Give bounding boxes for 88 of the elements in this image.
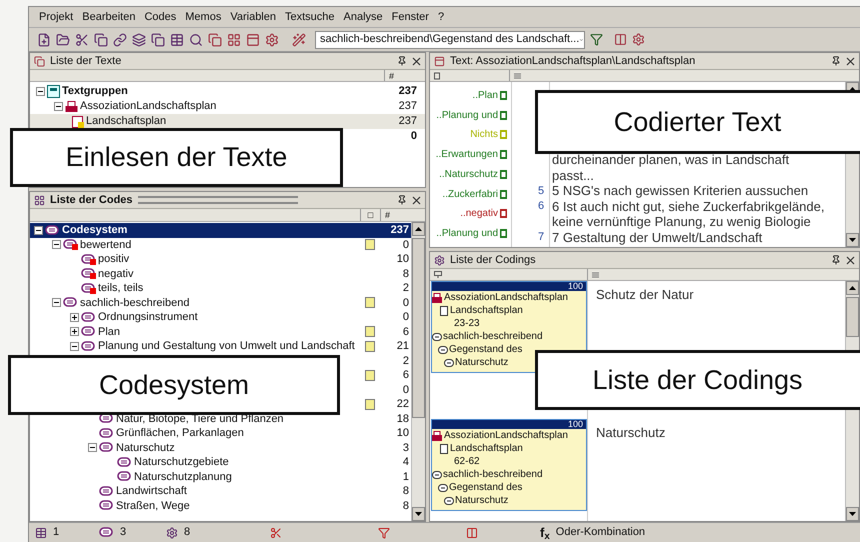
code-name: sachlich-beschreibend bbox=[443, 468, 543, 482]
code-mark-label: ..Planung und bbox=[436, 226, 498, 241]
count: 0 bbox=[402, 238, 410, 252]
count: 6 bbox=[402, 368, 410, 383]
count: 3 bbox=[402, 440, 410, 456]
code-name: Grünflächen, Parkanlagen bbox=[116, 426, 244, 441]
formula-icon: f$_{x}$ bbox=[540, 522, 550, 542]
text-group-name: AssoziationLandschaftsplan bbox=[444, 291, 568, 305]
panel-title: Text: AssoziationLandschaftsplan\Landschaftsplan bbox=[450, 54, 696, 69]
panel-title: Liste der Codes bbox=[50, 192, 133, 208]
count: 10 bbox=[396, 426, 410, 441]
status-count: 8 bbox=[184, 525, 192, 540]
code-name: sachlich-beschreibend bbox=[443, 330, 543, 344]
text-name: Landschaftsplan bbox=[450, 304, 523, 318]
coding-weight: 100 bbox=[568, 420, 583, 429]
text-line: keine vernünftige Planung, zu wenig Biologie bbox=[552, 214, 811, 231]
status-text: Oder-Kombination bbox=[556, 525, 646, 540]
code-mark-label: ..Naturschutz bbox=[439, 168, 498, 182]
text-name: Landschaftsplan bbox=[450, 442, 523, 456]
text-line: passt... bbox=[552, 166, 594, 185]
text-line: 7 Gestaltung der Umwelt/Landschaft bbox=[552, 229, 762, 247]
code-name: Naturschutz bbox=[455, 356, 508, 370]
code-name: teils, teils bbox=[98, 281, 144, 296]
code-name: Ordnungsinstrument bbox=[98, 310, 198, 325]
segment-text: Naturschutz bbox=[596, 425, 666, 440]
count: 6 bbox=[402, 324, 410, 340]
coding-weight: 100 bbox=[568, 282, 583, 291]
count: 10 bbox=[396, 252, 410, 267]
code-name: Gegenstand des bbox=[449, 481, 522, 495]
count: 237 bbox=[398, 84, 417, 100]
count: 2 bbox=[402, 281, 410, 296]
code-mark-label: ..Erwartungen bbox=[436, 148, 498, 162]
count: 18 bbox=[396, 412, 410, 426]
callout-tooltip: Codierter Text bbox=[535, 90, 860, 154]
code-mark-label: ..negativ bbox=[460, 207, 498, 222]
text-line: 5 NSG's nach gewissen Kriterien aussuchen bbox=[552, 183, 808, 200]
callout-tooltip: Codesystem bbox=[8, 355, 340, 415]
callout-tooltip: Einlesen der Texte bbox=[10, 128, 343, 187]
code-name: Straßen, Wege bbox=[116, 498, 190, 514]
segment-text: Schutz der Natur bbox=[596, 287, 694, 302]
code-name: Naturschutzgebiete bbox=[134, 455, 229, 470]
segment-range: 23-23 bbox=[454, 317, 480, 331]
count: 8 bbox=[402, 484, 410, 499]
text-name: AssoziationLandschaftsplan bbox=[80, 99, 216, 114]
code-name: positiv bbox=[98, 252, 130, 267]
count: 237 bbox=[398, 114, 417, 130]
line-number: 6 bbox=[536, 199, 546, 214]
code-mark-label: ..Planung und bbox=[436, 108, 498, 123]
code-name: Naturschutz bbox=[116, 440, 175, 456]
segment-range: 62-62 bbox=[454, 455, 480, 469]
count: 21 bbox=[396, 339, 410, 354]
text-group-name: AssoziationLandschaftsplan bbox=[444, 429, 568, 443]
code-name: Gegenstand des bbox=[449, 343, 522, 357]
panel-title: Liste der Texte bbox=[50, 54, 122, 69]
code-name: bewertend bbox=[80, 238, 132, 252]
code-name: Naturschutz bbox=[455, 494, 508, 508]
count: 0 bbox=[402, 310, 410, 325]
code-name: Naturschutzplanung bbox=[134, 470, 232, 484]
count: 8 bbox=[402, 266, 410, 282]
line-number: 7 bbox=[536, 230, 546, 245]
line-number: 5 bbox=[536, 184, 546, 198]
count: 237 bbox=[398, 99, 417, 114]
code-mark-label: Nichts bbox=[470, 128, 498, 142]
text-line: 6 Ist auch nicht gut, siehe Zuckerfabrikgelände, bbox=[552, 198, 824, 216]
count: 2 bbox=[402, 354, 410, 368]
status-count: 3 bbox=[120, 525, 128, 540]
code-name: Plan bbox=[98, 324, 120, 340]
code-mark-label: ..Zuckerfabri bbox=[442, 188, 498, 202]
count: 22 bbox=[396, 397, 410, 412]
code-name: negativ bbox=[98, 266, 134, 282]
code-mark-label: ..Plan bbox=[472, 89, 498, 103]
code-name: Landwirtschaft bbox=[116, 484, 187, 499]
count: 4 bbox=[402, 455, 410, 470]
count: 1 bbox=[402, 470, 410, 484]
text-name: Landschaftsplan bbox=[86, 114, 166, 130]
callout-tooltip: Liste der Codings bbox=[535, 350, 860, 410]
code-name: sachlich-beschreibend bbox=[80, 296, 190, 310]
count: 0 bbox=[402, 296, 410, 310]
code-name: Codesystem bbox=[62, 223, 128, 238]
text-line: durcheinander planen, was in Landschaft bbox=[552, 151, 790, 169]
status-count: 1 bbox=[53, 525, 60, 540]
count: 0 bbox=[402, 382, 410, 398]
count: 237 bbox=[390, 223, 410, 238]
code-name: Planung und Gestaltung von Umwelt und Landschaft bbox=[98, 339, 355, 354]
text-name: Textgruppen bbox=[62, 84, 128, 100]
count: 0 bbox=[410, 129, 417, 144]
panel-title: Liste der Codings bbox=[450, 252, 536, 268]
count: 8 bbox=[402, 498, 410, 514]
